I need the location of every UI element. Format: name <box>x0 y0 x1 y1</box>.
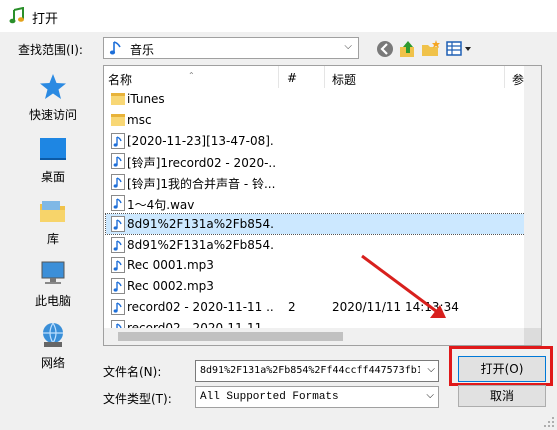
audio-file-icon <box>111 299 125 315</box>
sidebar-item-label: 库 <box>46 232 59 246</box>
file-row[interactable]: msc <box>106 110 533 130</box>
audio-file-icon <box>111 195 125 211</box>
column-name[interactable]: 名称 <box>108 71 132 88</box>
audio-file-icon <box>111 174 125 191</box>
file-name: msc <box>127 112 152 127</box>
cancel-button[interactable]: 取消 <box>458 385 546 407</box>
up-folder-icon[interactable] <box>398 39 418 59</box>
sort-up-icon: ⌃ <box>188 71 195 80</box>
file-name: Rec 0001.mp3 <box>127 258 214 273</box>
computer-icon <box>41 261 65 284</box>
network-icon <box>43 322 63 347</box>
sidebar-item-desktop[interactable]: 桌面 <box>10 134 96 185</box>
resize-grip-icon[interactable] <box>543 416 555 428</box>
file-name: 8d91%2F131a%2Fb854.... <box>127 237 275 252</box>
filename-label: 文件名(N): <box>103 365 162 379</box>
sidebar-item-label: 桌面 <box>40 170 65 184</box>
lookin-dropdown[interactable]: 音乐 ⌵ <box>103 37 359 59</box>
filetype-select[interactable]: All Supported Formats ⌵ <box>195 386 439 408</box>
file-name: 1～4句.wav <box>127 198 195 212</box>
chevron-down-icon: ⌵ <box>426 390 434 401</box>
file-row[interactable]: 1～4句.wav <box>106 193 533 213</box>
sidebar-item-quick-access[interactable]: 快速访问 <box>10 72 96 123</box>
file-row[interactable]: record02 - 2020-11-11 ... 2 2020/11/11 14:… <box>106 297 533 317</box>
filetype-label: 文件类型(T): <box>103 392 172 406</box>
sidebar-item-label: 网络 <box>40 356 65 370</box>
annotation-highlight-box <box>449 346 553 386</box>
sidebar-item-library[interactable]: 库 <box>10 196 96 247</box>
file-row[interactable]: [铃声]1record02 - 2020-... <box>106 151 533 171</box>
file-row[interactable]: 8d91%2F131a%2Fb854.... <box>106 235 533 255</box>
file-name: record02 - 2020-11-11 ... <box>127 300 275 314</box>
scrollbar-thumb[interactable] <box>118 332 343 341</box>
audio-file-icon <box>111 132 125 149</box>
file-row[interactable]: iTunes <box>106 89 533 109</box>
view-menu-icon[interactable] <box>446 39 474 59</box>
file-row[interactable]: [铃声]1我的合并声音 - 铃... <box>106 172 533 192</box>
folder-icon <box>111 93 125 105</box>
music-app-icon <box>9 7 24 24</box>
file-track-number: 2 <box>288 300 296 314</box>
file-name: [铃声]1record02 - 2020-... <box>127 156 275 171</box>
column-number[interactable]: # <box>287 71 297 85</box>
title-bar: 打开 <box>0 0 557 32</box>
music-folder-icon <box>109 41 121 55</box>
back-icon[interactable] <box>375 39 395 59</box>
filename-input[interactable]: 8d91%2F131a%2Fb854%2Ff44ccff447573fb1 ⌵ <box>195 360 439 382</box>
sidebar-item-label: 此电脑 <box>34 294 71 308</box>
audio-file-icon <box>111 236 125 253</box>
lookin-value: 音乐 <box>130 43 155 57</box>
sidebar-item-label: 快速访问 <box>28 108 77 122</box>
file-list[interactable]: ⌃ 名称 # 标题 参与 iTunes msc [2020-11-23][13-47… <box>103 65 542 346</box>
places-sidebar: 快速访问 桌面 库 此电脑 网络 <box>10 68 96 370</box>
library-icon <box>40 201 65 222</box>
chevron-down-icon: ⌵ <box>344 41 352 52</box>
audio-file-icon <box>111 153 125 170</box>
file-row[interactable]: [2020-11-23][13-47-08].... <box>106 131 533 151</box>
audio-file-icon <box>111 215 125 232</box>
file-name: [2020-11-23][13-47-08].... <box>127 133 275 148</box>
window-title: 打开 <box>32 12 59 27</box>
sidebar-item-this-pc[interactable]: 此电脑 <box>10 258 96 309</box>
horizontal-scrollbar[interactable] <box>104 328 524 345</box>
file-name: Rec 0002.mp3 <box>127 279 214 294</box>
file-name: [铃声]1我的合并声音 - 铃... <box>127 177 275 192</box>
folder-icon <box>111 113 125 126</box>
column-header: ⌃ 名称 # 标题 参与 <box>104 66 541 88</box>
file-name: iTunes <box>127 92 165 106</box>
filename-value: 8d91%2F131a%2Fb854%2Ff44ccff447573fb1 <box>200 365 420 376</box>
filetype-value: All Supported Formats <box>200 391 339 403</box>
file-title: 2020/11/11 14:13:34 <box>332 300 459 314</box>
lookin-label: 查找范围(I): <box>18 43 83 57</box>
star-icon <box>40 74 66 99</box>
audio-file-icon <box>111 257 125 274</box>
vertical-scrollbar[interactable] <box>524 66 541 329</box>
sidebar-item-network[interactable]: 网络 <box>10 320 96 371</box>
file-row[interactable]: 8d91%2F131a%2Fb854.... <box>105 212 534 235</box>
column-title[interactable]: 标题 <box>332 71 356 88</box>
chevron-down-icon[interactable]: ⌵ <box>427 364 435 375</box>
new-folder-icon[interactable] <box>421 39 441 59</box>
file-row[interactable]: Rec 0001.mp3 <box>106 255 533 275</box>
desktop-icon <box>40 138 66 160</box>
audio-file-icon <box>111 278 125 295</box>
file-name: 8d91%2F131a%2Fb854.... <box>127 216 275 231</box>
scroll-corner <box>524 328 541 345</box>
file-row[interactable]: Rec 0002.mp3 <box>106 276 533 296</box>
